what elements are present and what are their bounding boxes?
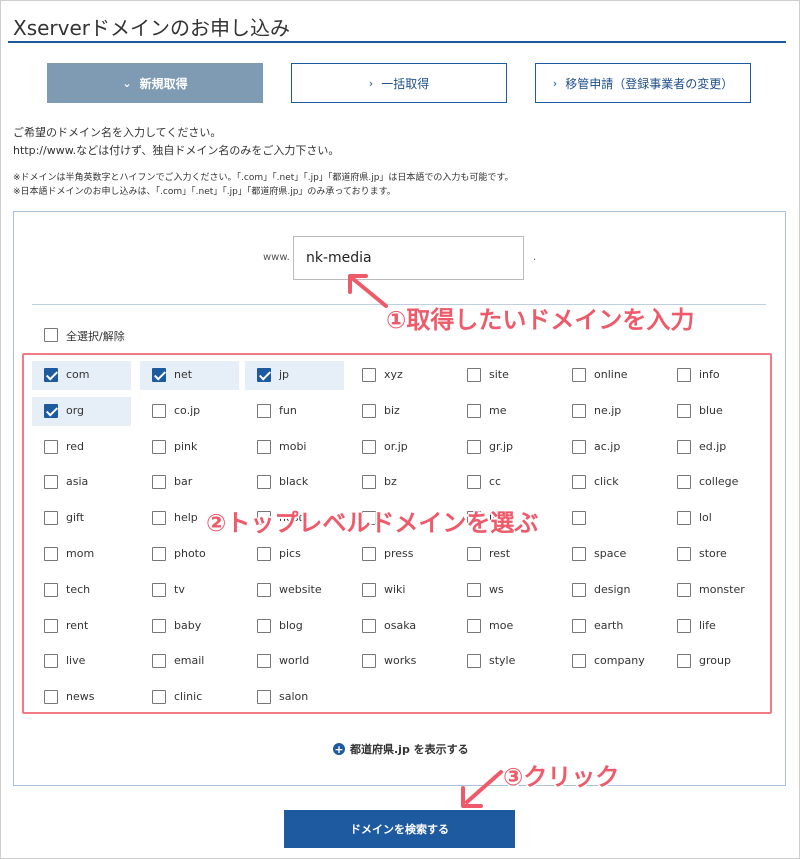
instruction-line-1: ご希望のドメイン名を入力してください。 [13,126,222,139]
annotation-step-1: ①取得したいドメインを入力 [386,306,695,334]
prefecture-toggle-label: 都道府県.jp を表示する [350,743,469,756]
chevron-down-icon: ⌄ [122,76,132,90]
prefecture-toggle[interactable]: + 都道府県.jp を表示する [333,741,469,757]
chevron-right-icon: › [368,76,374,90]
instruction-line-2: http://www.などは付けず、独自ドメイン名のみをご入力下さい。 [13,144,340,157]
note-line-1: ※ドメインは半角英数字とハイフンでご入力ください。「.com」「.net」「.j… [13,173,514,183]
tab-label: 移管申請（登録事業者の変更） [565,76,734,91]
plus-circle-icon: + [333,742,345,756]
domain-suffix-dot: . [533,252,537,263]
tab-transfer[interactable]: › 移管申請（登録事業者の変更） [535,63,751,103]
note-line-2: ※日本語ドメインのお申し込みは、「.com」「.net」「.jp」「都道府県.j… [13,187,396,197]
select-all-label: 全選択/解除 [66,330,125,343]
chevron-right-icon: › [552,76,558,90]
title-underline [8,41,786,43]
tab-bulk-registration[interactable]: › 一括取得 [291,63,507,103]
annotation-step-2: ②トップレベルドメインを選ぶ [206,509,539,537]
tab-new-registration[interactable]: ⌄ 新規取得 [47,63,263,103]
select-all-checkbox[interactable] [44,328,58,342]
tab-label: 一括取得 [381,76,430,91]
domain-input[interactable] [293,236,524,280]
page-title: Xserverドメインのお申し込み [13,16,291,40]
tab-label: 新規取得 [139,76,188,91]
annotation-step-3: ③クリック [503,763,620,791]
www-prefix: www. [263,252,290,263]
